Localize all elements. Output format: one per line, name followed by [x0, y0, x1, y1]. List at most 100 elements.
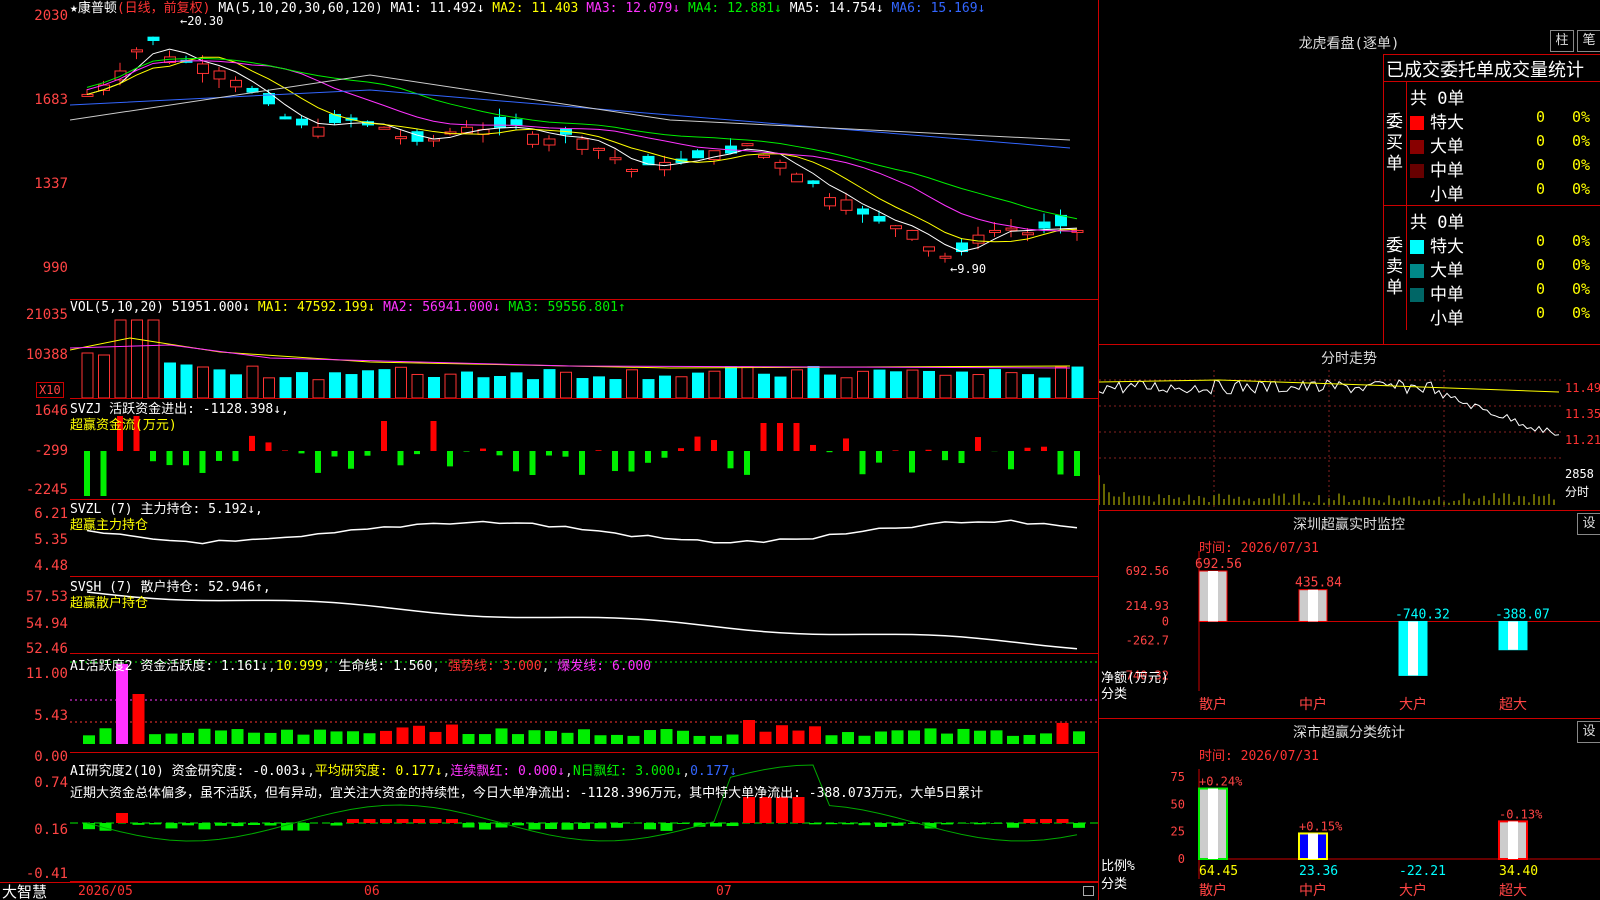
- flow-bar: [331, 451, 338, 457]
- volume-bar: [246, 365, 259, 398]
- flow-bar: [249, 435, 255, 451]
- research-bar: [165, 823, 178, 829]
- ai1-label: AI活跃度2: [70, 659, 133, 674]
- sz-bar-highlight: [1508, 621, 1518, 650]
- class-axis-label: 75: [1171, 770, 1185, 784]
- sz-monitor-panel[interactable]: 深圳超赢实时监控 设 时间: 2026/07/31 692.56 214.93 0-…: [1099, 511, 1600, 719]
- sz-axis-label: 0: [1162, 614, 1169, 628]
- flow-bar: [463, 451, 470, 452]
- flow-bar: [529, 451, 536, 475]
- flow-bar: [298, 451, 305, 454]
- candle: [989, 229, 1001, 233]
- lock-icon[interactable]: [1083, 886, 1094, 896]
- sz-axis-label: 692.56: [1126, 564, 1169, 578]
- svzl-label: SVZL (7) 主力持仓: 5.192↓,: [70, 502, 263, 517]
- flow-bar: [760, 423, 767, 451]
- research-bar: [149, 823, 161, 825]
- sz-bar-highlight: [1308, 589, 1318, 622]
- candle: [213, 70, 226, 80]
- stock-name[interactable]: ★康普顿: [70, 1, 117, 16]
- sell-row-value: 0: [1536, 232, 1546, 250]
- volume-bar: [1071, 366, 1084, 398]
- vol-ma1: MA1: 47592.199↓: [257, 300, 376, 315]
- flow-bar: [100, 451, 107, 496]
- color-swatch: [1410, 288, 1424, 302]
- candle: [1005, 227, 1018, 231]
- axis-label: 11.00: [25, 666, 68, 682]
- activity-bar: [347, 731, 359, 744]
- ma4-value: MA4: 12.881↓: [687, 1, 782, 16]
- activity-bar: [627, 735, 640, 744]
- price-pane[interactable]: [70, 0, 1098, 300]
- volume-bar: [1055, 366, 1067, 398]
- activity-bar: [512, 734, 524, 744]
- sz-settings-button[interactable]: 设: [1577, 513, 1600, 535]
- volume-bar: [906, 369, 919, 398]
- activity-bar: [297, 734, 310, 744]
- sz-category-label: 中户: [1299, 696, 1327, 713]
- candle: [609, 157, 622, 161]
- activity-bar: [380, 730, 392, 744]
- flow-bar: [513, 451, 519, 472]
- volume-bar: [626, 369, 638, 398]
- flow-bar: [975, 437, 981, 451]
- buy-row-label: 大单: [1430, 137, 1464, 157]
- class-settings-button[interactable]: 设: [1577, 721, 1600, 743]
- activity-bar: [132, 694, 145, 744]
- activity-bar: [809, 726, 821, 744]
- candle: [1055, 214, 1067, 227]
- low-marker: ←9.90: [950, 262, 987, 276]
- ai1-p2: 10.999: [275, 659, 323, 674]
- axis-label: -299: [34, 443, 68, 459]
- brand-label: 大智慧: [2, 883, 48, 900]
- flow-bar: [579, 451, 585, 475]
- sell-row-label: 特大: [1430, 237, 1464, 257]
- intraday-panel[interactable]: 分时走势 11.49 11.35 11.21 2858 分时: [1099, 345, 1600, 511]
- research-bar: [512, 823, 524, 826]
- activity-bar: [561, 732, 574, 744]
- candle: [593, 147, 605, 151]
- axis-label: 0.00: [34, 749, 68, 765]
- research-bar: [1040, 819, 1052, 823]
- activity-bar: [891, 730, 904, 744]
- research-bar: [248, 823, 260, 825]
- activity-bar: [611, 734, 623, 744]
- research-bar: [429, 819, 442, 823]
- buy-row: 大单 0 0%: [1410, 132, 1600, 157]
- flow-bar: [876, 451, 882, 463]
- volume-bar: [725, 366, 737, 398]
- buy-row: 中单 0 0%: [1410, 156, 1600, 181]
- flow-bar: [694, 436, 701, 451]
- research-bar: [578, 823, 590, 829]
- activity-bar: [693, 735, 706, 744]
- sell-row-value: 0: [1536, 304, 1546, 322]
- sz-bar-label: -740.32: [1395, 607, 1450, 622]
- color-swatch: [1410, 188, 1424, 202]
- flow-bar: [727, 451, 734, 469]
- sz-class-panel[interactable]: 深市超赢分类统计 设 时间: 2026/07/31 75 50 25 0 +0.24% 6…: [1099, 719, 1600, 900]
- volume-bar: [758, 373, 770, 398]
- column-view-button[interactable]: 柱: [1550, 30, 1574, 52]
- flow-bar: [1024, 447, 1031, 451]
- ai2-p3: 连续飘红: 0.000↓: [450, 764, 565, 779]
- activity-bar: [974, 730, 986, 744]
- research-bar: [809, 823, 821, 825]
- research-bar: [990, 823, 1003, 824]
- tick-view-button[interactable]: 笔: [1577, 30, 1600, 52]
- candle: [906, 229, 919, 240]
- ma6-value: MA6: 15.169↓: [891, 1, 986, 16]
- sell-row-pct: 0%: [1572, 304, 1591, 322]
- research-bar: [215, 823, 227, 826]
- research-bar: [677, 823, 689, 824]
- class-bar-highlight: [1508, 821, 1518, 859]
- axis-label: 54.94: [25, 616, 68, 632]
- flow-bar: [1008, 451, 1014, 470]
- activity-bar: [1073, 731, 1085, 744]
- activity-bar: [594, 735, 607, 744]
- flow-bar: [711, 440, 717, 451]
- flow-bar: [777, 423, 783, 451]
- sell-row: 小单 0 0%: [1410, 304, 1600, 329]
- axis-label: 5.43: [34, 708, 68, 724]
- candle: [642, 155, 655, 166]
- volume-bar: [395, 366, 407, 398]
